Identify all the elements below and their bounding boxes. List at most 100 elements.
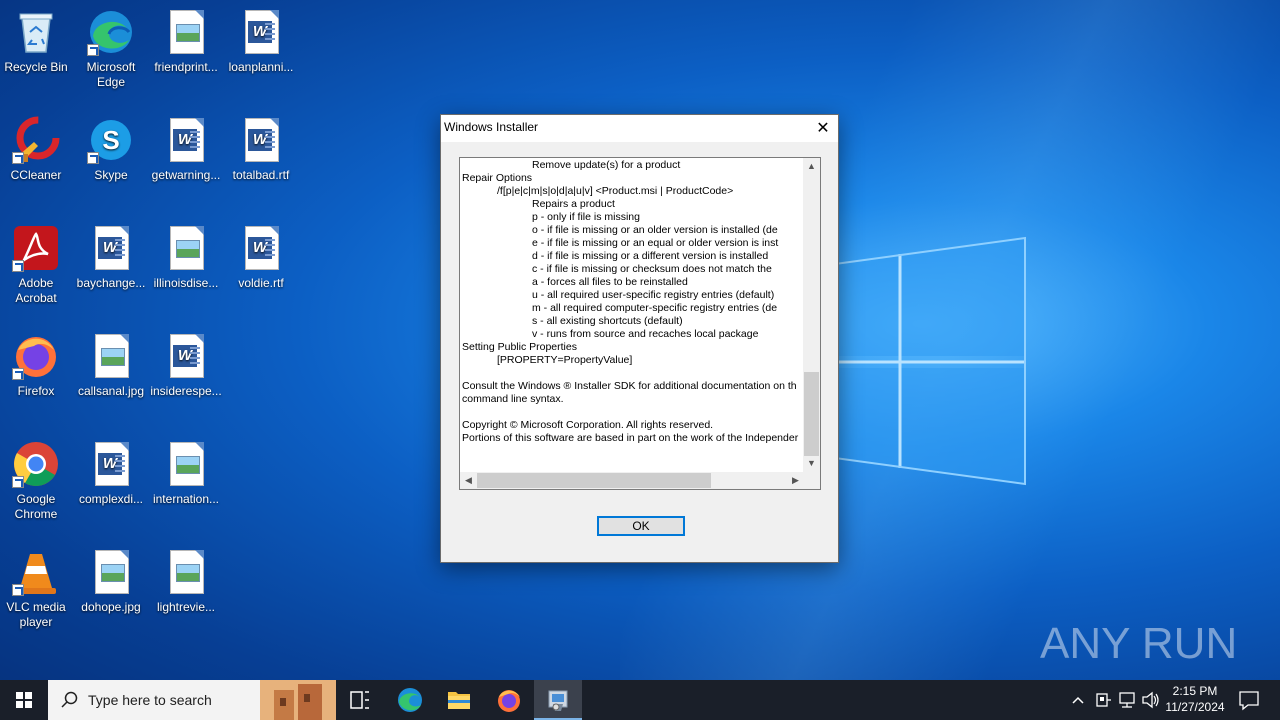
desktop-icon-adobe-acrobat[interactable]: Adobe Acrobat (0, 224, 74, 306)
show-hidden-icons-button[interactable] (1068, 680, 1088, 720)
desktop-icon-label: lightrevie... (156, 600, 216, 614)
word-document-icon: W (245, 118, 279, 162)
windows-wallpaper-logo (835, 236, 1026, 486)
help-text-box[interactable]: Remove update(s) for a product Repair Opt… (459, 157, 821, 490)
desktop-icon-totalbad[interactable]: W totalbad.rtf (223, 116, 299, 183)
desktop-icon-label: callsanal.jpg (77, 384, 145, 398)
dialog-titlebar[interactable]: Windows Installer ✕ (441, 115, 838, 142)
desktop-icon-label: dohope.jpg (81, 600, 141, 614)
help-text-line (462, 406, 802, 419)
scroll-left-arrow-icon[interactable]: ◀ (460, 472, 477, 489)
desktop-icon-label: insiderespe... (150, 384, 222, 398)
desktop-icon-label: Recycle Bin (4, 60, 68, 74)
help-text-line: e - if file is missing or an equal or ol… (462, 237, 779, 249)
desktop-icon-label: Firefox (17, 384, 55, 398)
help-text-line: p - only if file is missing (462, 211, 640, 223)
desktop-icon-label: voldie.rtf (238, 276, 284, 290)
help-text-line (462, 367, 802, 380)
task-view-button[interactable] (336, 680, 384, 720)
desktop-icon-baychange[interactable]: W baychange... (73, 224, 149, 291)
desktop-icon-label: Skype (94, 168, 128, 182)
speaker-icon (1142, 691, 1159, 709)
desktop-icon-insiderespe[interactable]: W insiderespe... (148, 332, 224, 399)
search-icon (61, 691, 78, 708)
image-file-icon (95, 550, 129, 594)
watermark-text: ANY RUN (1040, 619, 1237, 668)
word-document-icon: W (245, 10, 279, 54)
desktop-icon-vlc[interactable]: VLC media player (0, 548, 74, 630)
desktop-icon-google-chrome[interactable]: Google Chrome (0, 440, 74, 522)
desktop-icon-label: totalbad.rtf (232, 168, 290, 182)
help-text-line: a - forces all files to be reinstalled (462, 276, 688, 288)
desktop-icon-friendprint[interactable]: friendprint... (148, 8, 224, 75)
help-text-line: Copyright © Microsoft Corporation. All r… (462, 419, 714, 431)
help-text-line: v - runs from source and recaches local … (462, 328, 759, 340)
help-text-line: command line syntax. (462, 393, 564, 405)
word-document-icon: W (95, 226, 129, 270)
help-text-line: s - all existing shortcuts (default) (462, 315, 683, 327)
scroll-right-arrow-icon[interactable]: ▶ (787, 472, 804, 489)
desktop-icon-microsoft-edge[interactable]: Microsoft Edge (73, 8, 149, 90)
recycle-bin-icon (19, 13, 53, 53)
shortcut-arrow-icon (12, 260, 24, 272)
taskbar-firefox-button[interactable] (485, 680, 533, 720)
windows-start-icon (16, 692, 32, 708)
shortcut-arrow-icon (12, 476, 24, 488)
help-text-line: u - all required user-specific registry … (462, 289, 775, 301)
shortcut-arrow-icon (12, 368, 24, 380)
help-text-line: Repairs a product (462, 198, 615, 210)
desktop-icon-recycle-bin[interactable]: Recycle Bin (0, 8, 74, 75)
desktop-icon-label: complexdi... (78, 492, 144, 506)
help-text-line: Repair Options (462, 172, 533, 184)
scrollbar-corner (803, 472, 820, 489)
desktop-icon-ccleaner[interactable]: CCleaner (0, 116, 74, 183)
desktop-icon-dohope[interactable]: dohope.jpg (73, 548, 149, 615)
desktop-icon-label: VLC media player (6, 600, 66, 629)
desktop-icon-label: internation... (152, 492, 220, 506)
help-text-line: Consult the Windows ® Installer SDK for … (462, 380, 797, 392)
taskbar-edge-button[interactable] (386, 680, 434, 720)
desktop-icon-skype[interactable]: S Skype (73, 116, 149, 183)
desktop-icon-label: baychange... (76, 276, 146, 290)
desktop-icon-complexdi[interactable]: W complexdi... (73, 440, 149, 507)
help-text-line: c - if file is missing or checksum does … (462, 263, 772, 275)
desktop-icon-firefox[interactable]: Firefox (0, 332, 74, 399)
tray-device-button[interactable] (1092, 680, 1114, 720)
desktop-icon-getwarning[interactable]: W getwarning... (148, 116, 224, 183)
scroll-down-arrow-icon[interactable]: ▼ (803, 455, 820, 472)
taskbar-file-explorer-button[interactable] (435, 680, 483, 720)
vertical-scrollbar[interactable]: ▲ ▼ (803, 158, 820, 472)
desktop-icon-callsanal[interactable]: callsanal.jpg (73, 332, 149, 399)
tray-volume-button[interactable] (1140, 680, 1162, 720)
close-icon: ✕ (816, 120, 830, 137)
taskbar-clock[interactable]: 2:15 PM 11/27/2024 (1160, 683, 1230, 715)
anyrun-watermark-logo: ANY RUN (1040, 619, 1237, 668)
network-icon (1119, 692, 1135, 708)
shortcut-arrow-icon (12, 152, 24, 164)
desktop-icon-label: friendprint... (154, 60, 218, 74)
help-text-line: [PROPERTY=PropertyValue] (462, 354, 633, 366)
search-placeholder: Type here to search (88, 692, 212, 708)
ok-button[interactable]: OK (597, 516, 685, 536)
shortcut-arrow-icon (87, 152, 99, 164)
word-document-icon: W (170, 334, 204, 378)
taskbar-search-box[interactable]: Type here to search (48, 680, 336, 720)
desktop-icon-loanplanni[interactable]: W loanplanni... (223, 8, 299, 75)
start-button[interactable] (0, 680, 48, 720)
vertical-scroll-thumb[interactable] (804, 372, 819, 456)
tray-network-button[interactable] (1116, 680, 1138, 720)
action-center-button[interactable] (1234, 680, 1264, 720)
desktop-icon-lightrevie[interactable]: lightrevie... (148, 548, 224, 615)
taskbar-windows-installer-button[interactable] (534, 680, 582, 720)
desktop-icon-illinoisdise[interactable]: illinoisdise... (148, 224, 224, 291)
edge-icon (398, 688, 422, 712)
taskbar: Type here to search 2:15 PM 11/27/2024 (0, 680, 1280, 720)
svg-text:S: S (102, 125, 119, 155)
horizontal-scrollbar[interactable]: ◀ ▶ (460, 472, 804, 489)
horizontal-scroll-thumb[interactable] (477, 473, 711, 488)
desktop-icon-internation[interactable]: internation... (148, 440, 224, 507)
scroll-up-arrow-icon[interactable]: ▲ (803, 158, 820, 175)
chevron-up-icon (1072, 696, 1084, 704)
close-button[interactable]: ✕ (808, 115, 838, 142)
desktop-icon-voldie[interactable]: W voldie.rtf (223, 224, 299, 291)
